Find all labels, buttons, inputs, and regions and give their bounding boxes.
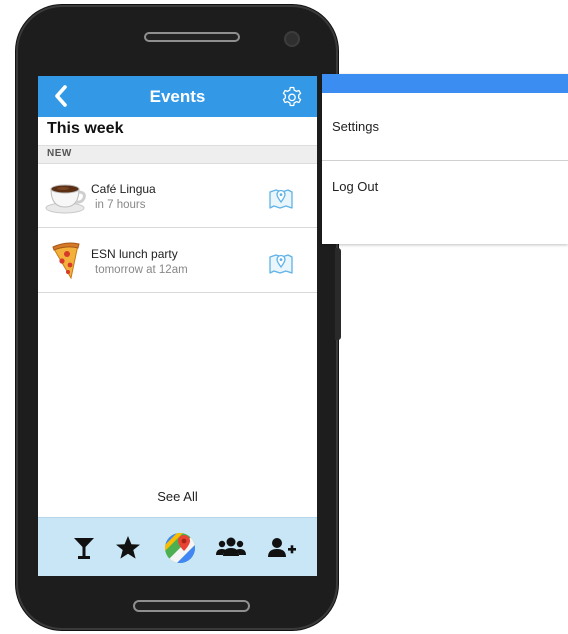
settings-button[interactable]: [279, 85, 305, 111]
chevron-left-icon: [55, 85, 67, 107]
cocktail-icon: [74, 538, 94, 559]
bottom-speaker: [133, 600, 250, 612]
menu-accent-bar: [322, 74, 568, 93]
tab-maps[interactable]: [164, 532, 196, 564]
bottom-tab-bar: [38, 517, 317, 576]
settings-dropdown-menu: Settings Log Out: [322, 74, 568, 244]
tab-add-friend[interactable]: [266, 532, 298, 564]
see-all-link[interactable]: See All: [38, 489, 317, 504]
app-header: Events: [38, 76, 317, 117]
event-time: tomorrow at 12am: [95, 264, 188, 276]
phone-side-button: [335, 248, 341, 340]
group-label: NEW: [47, 148, 72, 159]
group-header: NEW: [38, 145, 317, 164]
event-name: Café Lingua: [91, 182, 156, 196]
header-title: Events: [149, 87, 206, 106]
maps-icon: [165, 533, 195, 563]
app-screen: Events This week NEW Café Lingua in 7 ho…: [38, 76, 317, 576]
tab-favorites[interactable]: [112, 532, 144, 564]
map-pin-icon[interactable]: [268, 185, 294, 211]
tab-groups[interactable]: [215, 532, 247, 564]
event-name: ESN lunch party: [91, 247, 178, 261]
pizza-slice-icon: [45, 241, 87, 281]
event-time: in 7 hours: [95, 199, 146, 211]
add-user-icon: [268, 538, 296, 557]
menu-item-log-out[interactable]: Log Out: [322, 162, 568, 244]
star-icon: [116, 536, 140, 559]
group-icon: [216, 537, 246, 556]
gear-icon: [282, 86, 302, 107]
earpiece-speaker: [144, 32, 240, 42]
coffee-cup-icon: [45, 176, 87, 216]
back-button[interactable]: [50, 84, 72, 108]
tab-drinks[interactable]: [68, 532, 100, 564]
map-pin-icon[interactable]: [268, 250, 294, 276]
front-camera: [284, 31, 300, 47]
section-title: This week: [47, 120, 124, 137]
menu-item-settings[interactable]: Settings: [322, 93, 568, 161]
event-row-cafe-lingua[interactable]: Café Lingua in 7 hours: [38, 164, 317, 228]
event-row-esn-lunch-party[interactable]: ESN lunch party tomorrow at 12am: [38, 229, 317, 293]
